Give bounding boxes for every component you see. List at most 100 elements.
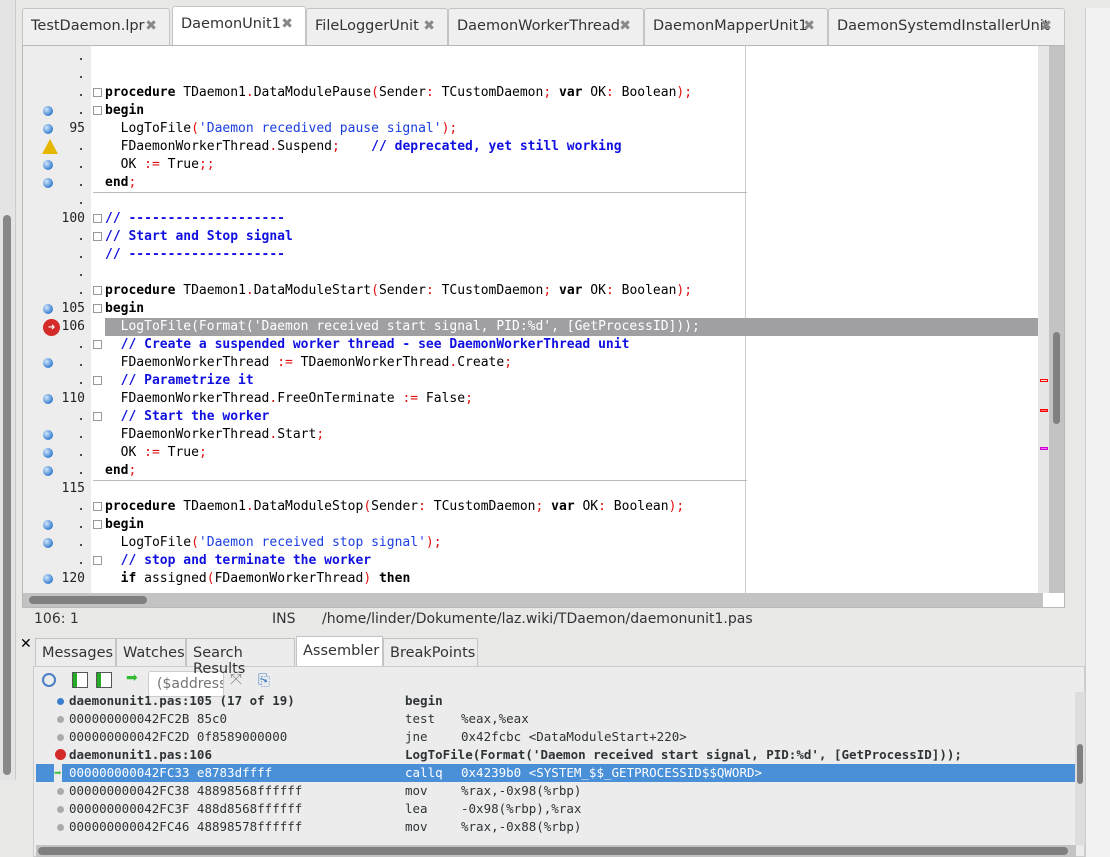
executable-line-icon[interactable]	[43, 538, 53, 548]
gutter-line[interactable]: 115	[23, 480, 91, 498]
gutter-line[interactable]: .	[23, 102, 91, 120]
close-tab-icon[interactable]: ✖	[423, 18, 435, 34]
asm-instruction: lea	[405, 801, 428, 816]
tab-daemonworkerthread[interactable]: DaemonWorkerThread ✖	[448, 8, 644, 45]
executable-line-icon[interactable]	[43, 178, 53, 188]
executable-line-icon[interactable]	[43, 574, 53, 584]
editor-vertical-scrollbar[interactable]	[1038, 46, 1064, 593]
close-panel-icon[interactable]: ✕	[20, 636, 32, 652]
scrollbar-thumb[interactable]	[1053, 332, 1060, 424]
close-tab-icon[interactable]: ✖	[1040, 18, 1052, 34]
gutter-line[interactable]: .	[23, 84, 91, 102]
gutter-line[interactable]: .	[23, 66, 91, 84]
fold-toggle-icon[interactable]	[93, 520, 102, 529]
gutter-line[interactable]: .	[23, 516, 91, 534]
gutter-line[interactable]: .	[23, 156, 91, 174]
step-into-icon[interactable]	[72, 672, 88, 688]
assembler-vertical-scrollbar[interactable]	[1075, 692, 1085, 845]
gutter-line[interactable]: .	[23, 426, 91, 444]
gutter-line[interactable]: 95	[23, 120, 91, 138]
gutter-line[interactable]: .	[23, 264, 91, 282]
assembler-row[interactable]: 000000000042FC2D 0f8589000000 jne 0x42fcbc…	[36, 728, 1076, 746]
editor-horizontal-scrollbar[interactable]	[23, 593, 1043, 607]
gutter-line[interactable]: 110	[23, 390, 91, 408]
assembler-row[interactable]: 000000000042FC46 48898578ffffff mov %rax,-…	[36, 818, 1076, 836]
gutter-line[interactable]: 120	[23, 570, 91, 588]
close-tab-icon[interactable]: ✖	[145, 18, 157, 34]
source-editor[interactable]: .... 95.... 100.... 105 ➜ 106... 110.... 115...…	[22, 45, 1065, 608]
gutter-line[interactable]: .	[23, 282, 91, 300]
gutter-line[interactable]: .	[23, 228, 91, 246]
power-icon[interactable]	[42, 673, 56, 687]
executable-line-icon[interactable]	[43, 466, 53, 476]
executable-line-icon[interactable]	[43, 520, 53, 530]
breakpoint-icon[interactable]	[55, 749, 66, 760]
tab-breakpoints[interactable]: BreakPoints	[383, 638, 478, 666]
step-over-icon[interactable]	[96, 672, 112, 688]
gutter-line[interactable]: .	[23, 444, 91, 462]
copy-icon[interactable]: ⎘	[258, 671, 270, 689]
tab-watches[interactable]: Watches	[116, 638, 186, 666]
code-line: // --------------------	[105, 246, 1061, 264]
tab-daemonsystemdinstallerunit[interactable]: DaemonSystemdInstallerUnit ✖	[828, 8, 1065, 45]
gutter-line[interactable]: .	[23, 336, 91, 354]
fold-toggle-icon[interactable]	[93, 556, 102, 565]
code-token: Boolean	[613, 283, 677, 298]
assembler-horizontal-scrollbar[interactable]	[36, 845, 1076, 857]
gutter-line[interactable]: .	[23, 372, 91, 390]
fold-toggle-icon[interactable]	[93, 88, 102, 97]
tab-search-results[interactable]: Search Results	[186, 638, 295, 677]
executable-line-icon[interactable]	[43, 304, 53, 314]
gutter-line[interactable]: .	[23, 174, 91, 192]
executable-line-icon[interactable]	[43, 358, 53, 368]
fold-toggle-icon[interactable]	[93, 412, 102, 421]
executable-line-icon[interactable]	[43, 124, 53, 134]
left-scrollbar[interactable]	[3, 215, 11, 775]
gutter-line[interactable]: 100	[23, 210, 91, 228]
gutter-line[interactable]: .	[23, 354, 91, 372]
gutter-line[interactable]: .	[23, 498, 91, 516]
assembler-row[interactable]: ➡ 000000000042FC33 e8783dffff callq 0x4239b…	[36, 764, 1076, 782]
fold-toggle-icon[interactable]	[93, 214, 102, 223]
assembler-row[interactable]: 000000000042FC38 48898568ffffff mov %rax,-…	[36, 782, 1076, 800]
executable-line-icon[interactable]	[43, 106, 53, 116]
gutter-line[interactable]: 105	[23, 300, 91, 318]
tab-assembler[interactable]: Assembler	[296, 636, 383, 666]
fold-toggle-icon[interactable]	[93, 304, 102, 313]
close-tab-icon[interactable]: ✖	[803, 18, 815, 34]
gutter-line[interactable]: ➜ 106	[23, 318, 91, 336]
fold-toggle-icon[interactable]	[93, 106, 102, 115]
gutter-line[interactable]: .	[23, 138, 91, 156]
assembler-row[interactable]: 000000000042FC2B 85c0 test %eax,%eax	[36, 710, 1076, 728]
executable-line-icon[interactable]	[43, 160, 53, 170]
line-number: .	[77, 283, 85, 298]
breakpoint-current-line-icon[interactable]: ➜	[43, 319, 60, 336]
gutter-line[interactable]: .	[23, 408, 91, 426]
gutter-line[interactable]: .	[23, 246, 91, 264]
gutter-line[interactable]: .	[23, 552, 91, 570]
fold-toggle-icon[interactable]	[93, 376, 102, 385]
executable-line-icon[interactable]	[43, 448, 53, 458]
assembler-row[interactable]: daemonunit1.pas:105 (17 of 19) begin	[36, 692, 1076, 710]
tab-daemonmapperunit1[interactable]: DaemonMapperUnit1 ✖	[644, 8, 828, 45]
tab-fileloggerunit[interactable]: FileLoggerUnit ✖	[306, 8, 448, 45]
fold-toggle-icon[interactable]	[93, 340, 102, 349]
tab-messages[interactable]: Messages	[35, 638, 116, 666]
gutter-line[interactable]: .	[23, 192, 91, 210]
close-tab-icon[interactable]: ✖	[281, 16, 293, 32]
tab-daemonunit1[interactable]: DaemonUnit1 ✖	[172, 6, 306, 45]
goto-current-icon[interactable]: ➡	[126, 670, 138, 686]
executable-line-icon[interactable]	[43, 394, 53, 404]
fold-toggle-icon[interactable]	[93, 286, 102, 295]
code-token: ;	[128, 463, 137, 478]
assembler-row[interactable]: daemonunit1.pas:106 LogToFile(Format('Dae…	[36, 746, 1076, 764]
tab-testdaemon-lpr[interactable]: TestDaemon.lpr ✖	[22, 8, 170, 45]
fold-toggle-icon[interactable]	[93, 502, 102, 511]
assembler-row[interactable]: 000000000042FC3F 488d8568ffffff lea -0x98(…	[36, 800, 1076, 818]
gutter-line[interactable]: .	[23, 462, 91, 480]
close-tab-icon[interactable]: ✖	[619, 18, 631, 34]
fold-toggle-icon[interactable]	[93, 232, 102, 241]
executable-line-icon[interactable]	[43, 430, 53, 440]
gutter-line[interactable]: .	[23, 534, 91, 552]
gutter-line[interactable]: .	[23, 48, 91, 66]
